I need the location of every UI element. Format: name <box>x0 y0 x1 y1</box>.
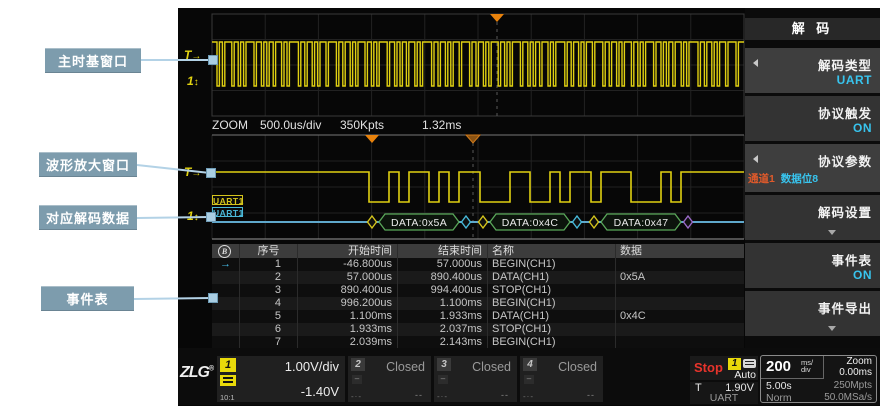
svg-text:DATA:0x5A: DATA:0x5A <box>391 217 447 229</box>
coupling-off-icon: – <box>524 375 534 384</box>
zoom-bar-offset: 1.32ms <box>422 118 461 132</box>
status-bar: ZLG® 1 10:1 1.00V/div -1.40V 2 – Closed … <box>178 348 880 405</box>
zlg-logo: ZLG® <box>180 364 213 382</box>
left-arrow-icon <box>753 59 758 67</box>
channel1-offset: -1.40V <box>301 384 339 399</box>
coupling-off-icon: – <box>438 375 448 384</box>
channel1-scale: 1.00V/div <box>285 359 339 374</box>
left-arrow-icon <box>753 155 758 163</box>
channel4-block[interactable]: 4 – Closed -·- -- <box>520 356 603 402</box>
probe-ratio: 10:1 <box>220 393 235 402</box>
trigger-edge-icon <box>743 359 756 368</box>
record-time: 5.00s <box>766 380 792 392</box>
callout-handle <box>206 212 216 222</box>
menu-item-event-export[interactable]: 事件导出 <box>745 291 880 336</box>
event-table-body: →1-46.800us57.000usBEGIN(CH1)257.000us89… <box>212 258 744 349</box>
callout-decode-data: 对应解码数据 <box>39 205 137 230</box>
channel3-status: Closed <box>472 360 511 374</box>
page: DATA:0x5A DATA:0x4C DATA:0x47 T→ 1↕ ZOOM 5… <box>0 0 890 409</box>
main-trigger-marker[interactable]: T→ <box>184 49 201 63</box>
channel1-badge: 1 <box>220 358 236 372</box>
acquisition-status-block[interactable]: Stop 1 Auto <box>690 356 758 380</box>
callout-zoom-window: 波形放大窗口 <box>39 152 137 177</box>
channel2-block[interactable]: 2 – Closed -·- -- <box>348 356 431 402</box>
table-row[interactable]: 4996.200us1.100msBEGIN(CH1) <box>212 297 744 310</box>
channel3-block[interactable]: 3 – Closed -·- -- <box>434 356 517 402</box>
coupling-off-icon: – <box>352 375 362 384</box>
table-row[interactable]: →1-46.800us57.000usBEGIN(CH1) <box>212 258 744 271</box>
menu-item-protocol-params[interactable]: 协议参数 通道1 数据位8 <box>745 144 880 192</box>
menu-item-event-table[interactable]: 事件表 ON <box>745 243 880 288</box>
chevron-down-icon <box>828 230 836 235</box>
callout-handle <box>208 55 218 65</box>
callout-main-window: 主时基窗口 <box>45 48 141 73</box>
svg-text:DATA:0x47: DATA:0x47 <box>614 217 669 229</box>
zoom-offset: 0.00ms <box>839 367 872 378</box>
param-databits: 数据位8 <box>781 173 818 185</box>
channel4-badge: 4 <box>523 358 537 371</box>
zoom-bar-label: ZOOM <box>212 118 248 132</box>
channel3-badge: 3 <box>437 358 451 371</box>
bus-icon: B <box>218 245 231 258</box>
acq-mode: Norm <box>766 392 792 404</box>
timebase-block[interactable]: 200 ms/ div Zoom 0.00ms 5.00s 250Mpts No… <box>760 355 877 403</box>
chevron-down-icon <box>828 326 836 331</box>
event-table-header: B 序号 开始时间 结束时间 名称 数据 <box>212 244 744 258</box>
zoom-channel1-marker[interactable]: 1↕ <box>187 210 199 224</box>
main-channel1-marker[interactable]: 1↕ <box>187 75 199 89</box>
channel1-block[interactable]: 1 10:1 1.00V/div -1.40V <box>217 356 345 402</box>
trigger-mode: Auto <box>734 369 756 381</box>
zoom-bar-points: 350Kpts <box>340 118 384 132</box>
zoom-trigger-marker[interactable]: T→ <box>184 166 201 180</box>
table-row[interactable]: 257.000us890.400usDATA(CH1)0x5A <box>212 271 744 284</box>
col-start: 开始时间 <box>298 244 398 258</box>
channel2-badge: 2 <box>351 358 365 371</box>
record-points: 250Mpts <box>834 380 872 391</box>
sample-rate: 50.0MSa/s <box>824 392 872 403</box>
callout-event-table: 事件表 <box>41 286 134 311</box>
callout-handle <box>206 168 216 178</box>
timebase-unit: ms/ div <box>801 359 813 373</box>
menu-item-protocol-trigger[interactable]: 协议触发 ON <box>745 96 880 141</box>
decode-menu: 解 码 解码类型 UART 协议触发 ON 协议参数 通道1 数据位8 解码设置 <box>745 8 880 348</box>
dc-coupling-icon <box>220 375 236 386</box>
table-row[interactable]: 61.933ms2.037msSTOP(CH1) <box>212 323 744 336</box>
col-name: 名称 <box>488 244 616 258</box>
col-data: 数据 <box>616 244 744 258</box>
col-end: 结束时间 <box>398 244 488 258</box>
menu-item-decode-type[interactable]: 解码类型 UART <box>745 48 880 93</box>
current-row-arrow-icon: → <box>212 258 231 270</box>
uart1-bus-label-cyan: UART1 <box>212 207 243 217</box>
param-channel: 通道1 <box>748 173 775 185</box>
channel4-status: Closed <box>558 360 597 374</box>
channel2-status: Closed <box>386 360 425 374</box>
event-table: B 序号 开始时间 结束时间 名称 数据 →1-46.800us57.000us… <box>212 244 744 349</box>
zoom-bar-scale: 500.0us/div <box>260 118 321 132</box>
zoom-label: Zoom <box>839 356 872 367</box>
uart1-bus-label-yellow: UART1 <box>212 195 243 205</box>
col-seq: 序号 <box>240 244 298 258</box>
menu-item-decode-settings[interactable]: 解码设置 <box>745 195 880 240</box>
svg-text:DATA:0x4C: DATA:0x4C <box>502 217 559 229</box>
callout-handle <box>208 293 218 303</box>
table-row[interactable]: 51.100ms1.933msDATA(CH1)0x4C <box>212 310 744 323</box>
oscilloscope-screen: DATA:0x5A DATA:0x4C DATA:0x47 T→ 1↕ ZOOM 5… <box>178 8 880 406</box>
trigger-info-block[interactable]: T 1.90V UART <box>690 382 758 404</box>
table-row[interactable]: 3890.400us994.400usSTOP(CH1) <box>212 284 744 297</box>
menu-title: 解 码 <box>745 18 880 40</box>
timebase-scale: 200 <box>766 358 791 375</box>
run-state: Stop <box>694 360 723 375</box>
trigger-type: UART <box>690 392 758 404</box>
